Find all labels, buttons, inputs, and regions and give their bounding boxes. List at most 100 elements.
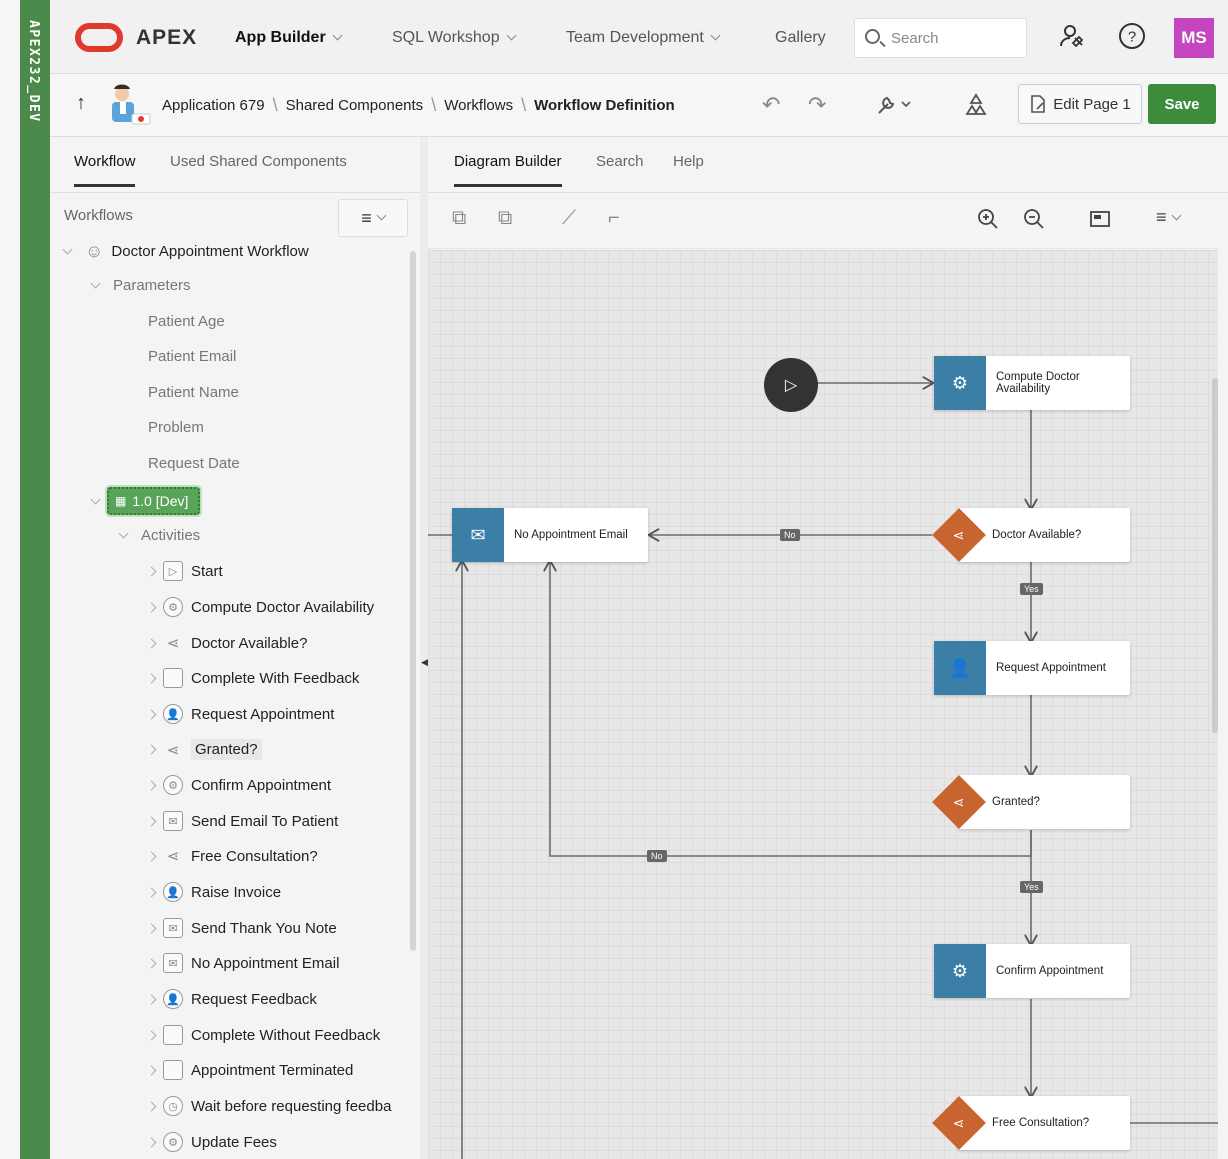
tree-param-problem[interactable]: Problem xyxy=(148,419,204,436)
tab-diagram-builder[interactable]: Diagram Builder xyxy=(454,153,562,187)
chevron-right-icon[interactable] xyxy=(146,1101,157,1111)
version-badge[interactable]: ▦ 1.0 [Dev] xyxy=(104,485,203,517)
tree-activity-request-appointment[interactable]: 👤 Request Appointment xyxy=(146,704,334,724)
node-no-appointment-email[interactable]: ✉ No Appointment Email xyxy=(452,508,648,562)
tab-search[interactable]: Search xyxy=(596,153,644,184)
oracle-logo-icon[interactable] xyxy=(75,23,123,52)
tree-activity-complete-without-feedback[interactable]: Complete Without Feedback xyxy=(146,1025,380,1045)
chevron-down-icon[interactable] xyxy=(90,494,101,504)
edit-page-button[interactable]: Edit Page 1 xyxy=(1018,84,1142,124)
tree-param-patient-email[interactable]: Patient Email xyxy=(148,348,236,365)
canvas-scrollbar[interactable] xyxy=(1212,378,1218,733)
utilities-wrench-icon[interactable] xyxy=(876,92,916,122)
tree-param-patient-age[interactable]: Patient Age xyxy=(148,313,225,330)
nav-app-builder[interactable]: App Builder xyxy=(235,29,343,47)
tree-node-activities[interactable]: Activities xyxy=(118,527,200,544)
tree-activity-raise-invoice[interactable]: 👤 Raise Invoice xyxy=(146,882,281,902)
tree-activity-compute-doctor-availability[interactable]: ⚙ Compute Doctor Availability xyxy=(146,597,374,617)
tree-activity-doctor-available[interactable]: ⋖ Doctor Available? xyxy=(146,633,307,653)
chevron-right-icon[interactable] xyxy=(146,1065,157,1075)
tree-activity-free-consultation[interactable]: ⋖ Free Consultation? xyxy=(146,846,318,866)
node-compute-doctor-availability[interactable]: ⚙ Compute Doctor Availability xyxy=(934,356,1130,410)
chevron-right-icon[interactable] xyxy=(146,1137,157,1147)
tree-activity-request-feedback[interactable]: 👤 Request Feedback xyxy=(146,989,317,1009)
tree-activity-update-fees[interactable]: ⚙ Update Fees xyxy=(146,1132,277,1152)
tree-activity-start[interactable]: ▷ Start xyxy=(146,561,223,581)
tree-activity-no-appointment-email[interactable]: ✉ No Appointment Email xyxy=(146,953,339,973)
redo-icon[interactable]: ↷ xyxy=(808,92,826,118)
tree-activity-send-thank-you-note[interactable]: ✉ Send Thank You Note xyxy=(146,918,337,938)
diagram-canvas[interactable]: ▷ ⚙ Compute Doctor Availability Doctor A… xyxy=(428,250,1218,1159)
workflow-tree: Workflows ≡ ☺ Doctor Appointment Workflo… xyxy=(50,193,420,1159)
connector-label-no[interactable]: No xyxy=(780,529,800,541)
tab-used-shared-components[interactable]: Used Shared Components xyxy=(170,153,347,184)
nav-team-development[interactable]: Team Development xyxy=(566,29,721,47)
duplicate-node-icon[interactable]: ⧉ xyxy=(498,207,512,230)
save-button[interactable]: Save xyxy=(1148,84,1216,124)
tree-node-parameters[interactable]: Parameters xyxy=(90,277,191,294)
tree-activity-confirm-appointment[interactable]: ⚙ Confirm Appointment xyxy=(146,775,331,795)
chevron-right-icon[interactable] xyxy=(146,923,157,933)
apex-brand[interactable]: APEX xyxy=(136,26,197,50)
chevron-right-icon[interactable] xyxy=(146,602,157,612)
breadcrumb-application[interactable]: Application 679 xyxy=(162,97,265,114)
tree-activity-granted[interactable]: ⋖ Granted? xyxy=(146,739,262,760)
zoom-in-icon[interactable] xyxy=(976,207,1000,237)
tab-workflow[interactable]: Workflow xyxy=(74,153,136,187)
straight-connector-icon[interactable]: ⟋ xyxy=(562,207,576,230)
chevron-right-icon[interactable] xyxy=(146,816,157,826)
tree-node-version[interactable]: ▦ 1.0 [Dev] xyxy=(90,485,203,517)
tree-activity-appointment-terminated[interactable]: Appointment Terminated xyxy=(146,1060,353,1080)
node-request-appointment[interactable]: 👤 Request Appointment xyxy=(934,641,1130,695)
chevron-right-icon[interactable] xyxy=(146,638,157,648)
diagram-toolbar: ⧉ ⧉ ⟋ ⌐ ≡ xyxy=(428,193,1218,249)
chevron-right-icon[interactable] xyxy=(146,994,157,1004)
chevron-right-icon[interactable] xyxy=(146,887,157,897)
fit-to-screen-icon[interactable] xyxy=(1088,207,1112,237)
chevron-right-icon[interactable] xyxy=(146,566,157,576)
chevron-right-icon[interactable] xyxy=(146,709,157,719)
start-node[interactable]: ▷ xyxy=(764,358,818,412)
pane-splitter[interactable]: ◀ xyxy=(420,137,428,1159)
chevron-right-icon[interactable] xyxy=(146,958,157,968)
search-input[interactable]: Search xyxy=(854,18,1027,58)
undo-icon[interactable]: ↶ xyxy=(762,92,780,118)
chevron-down-icon[interactable] xyxy=(62,244,73,255)
connector-label-no[interactable]: No xyxy=(647,850,667,862)
tree-node-workflow[interactable]: ☺ Doctor Appointment Workflow xyxy=(62,241,309,262)
tree-param-patient-name[interactable]: Patient Name xyxy=(148,384,239,401)
chevron-down-icon[interactable] xyxy=(118,528,129,539)
connector-label-yes[interactable]: Yes xyxy=(1020,881,1043,893)
breadcrumb-shared-components[interactable]: Shared Components xyxy=(286,97,424,114)
tree-activity-complete-with-feedback[interactable]: Complete With Feedback xyxy=(146,668,359,688)
nav-sql-workshop[interactable]: SQL Workshop xyxy=(392,29,517,47)
tree-param-request-date[interactable]: Request Date xyxy=(148,455,240,472)
node-confirm-appointment[interactable]: ⚙ Confirm Appointment xyxy=(934,944,1130,998)
shared-components-icon[interactable] xyxy=(963,92,989,124)
connector-label-yes[interactable]: Yes xyxy=(1020,583,1043,595)
chevron-down-icon[interactable] xyxy=(90,278,101,289)
tree-scrollbar[interactable] xyxy=(410,251,416,951)
nav-gallery[interactable]: Gallery xyxy=(775,29,826,47)
chevron-right-icon[interactable] xyxy=(146,1030,157,1040)
diagram-menu-button[interactable]: ≡ xyxy=(1156,207,1181,228)
tree-activity-wait-before-requesting-feedback[interactable]: ◷ Wait before requesting feedba xyxy=(146,1096,391,1116)
chevron-right-icon[interactable] xyxy=(146,744,157,755)
tree-activity-send-email-to-patient[interactable]: ✉ Send Email To Patient xyxy=(146,811,338,831)
help-icon[interactable]: ? xyxy=(1116,20,1148,52)
collapse-left-icon[interactable]: ◀ xyxy=(421,657,428,668)
avatar[interactable]: MS xyxy=(1174,18,1214,58)
copy-node-icon[interactable]: ⧉ xyxy=(452,207,466,230)
up-arrow-icon[interactable]: ↑ xyxy=(76,92,86,115)
search-placeholder: Search xyxy=(891,30,939,47)
elbow-connector-icon[interactable]: ⌐ xyxy=(608,207,620,230)
chevron-right-icon[interactable] xyxy=(146,851,157,861)
tree-menu-button[interactable]: ≡ xyxy=(338,199,408,237)
user-settings-icon[interactable] xyxy=(1056,20,1088,52)
chevron-right-icon[interactable] xyxy=(146,673,157,683)
user-icon: 👤 xyxy=(934,641,986,695)
breadcrumb-workflows[interactable]: Workflows xyxy=(444,97,513,114)
zoom-out-icon[interactable] xyxy=(1022,207,1046,237)
chevron-right-icon[interactable] xyxy=(146,780,157,790)
tab-help[interactable]: Help xyxy=(673,153,704,184)
